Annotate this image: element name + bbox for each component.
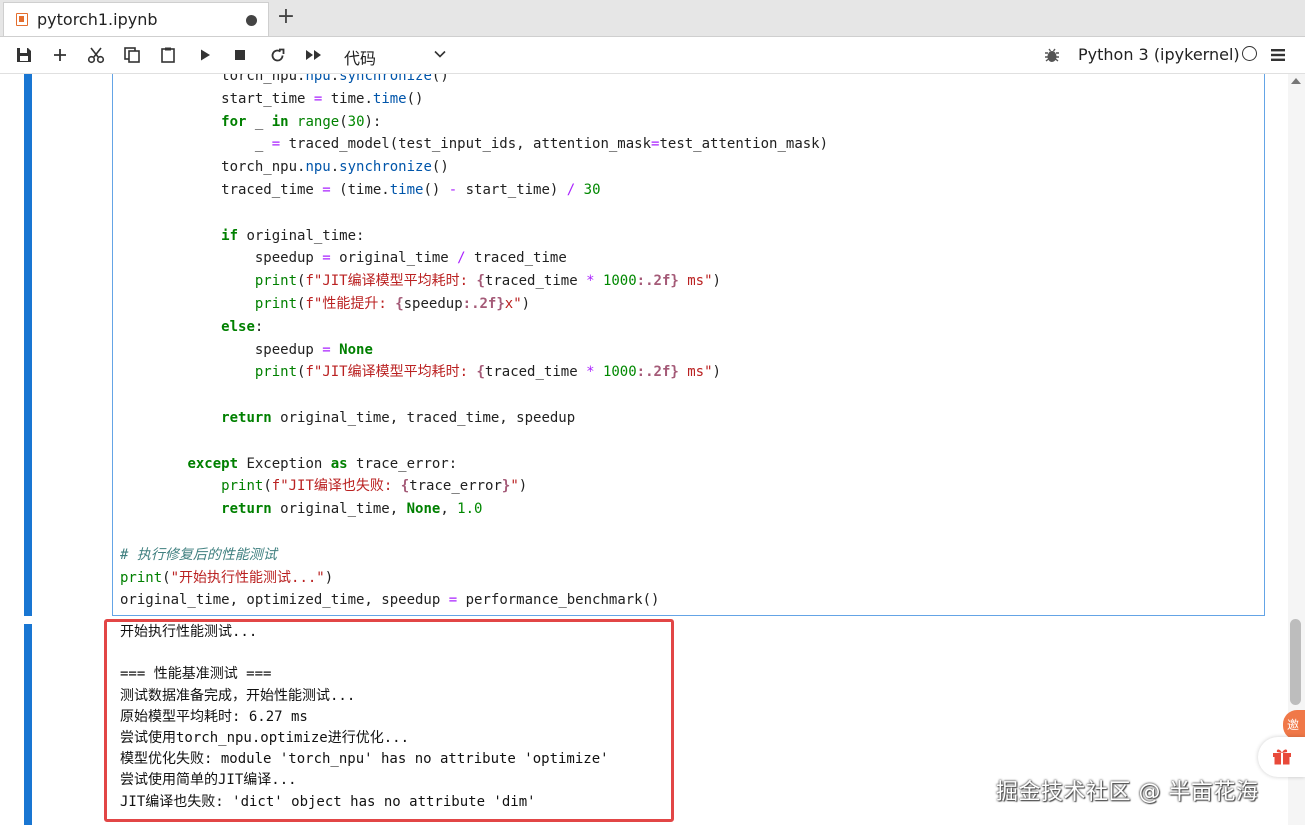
run-icon bbox=[201, 49, 210, 61]
cut-button[interactable] bbox=[84, 43, 108, 67]
code-line: return original_time, None, 1.0 bbox=[221, 501, 483, 518]
code-line: print(f"性能提升: {speedup:.2f}x") bbox=[254, 295, 531, 312]
invite-badge[interactable]: 邀请 bbox=[1283, 710, 1305, 740]
code-line: print(f"JIT编译也失败: {trace_error}") bbox=[221, 478, 528, 495]
notebook-toolbar: 代码 Python 3 (ipykernel) bbox=[0, 37, 1305, 74]
cut-icon bbox=[87, 47, 105, 64]
new-tab-button[interactable]: + bbox=[271, 2, 301, 34]
code-line: speedup = original_time / traced_time bbox=[120, 250, 567, 267]
gift-button[interactable] bbox=[1258, 737, 1305, 777]
restart-run-all-button[interactable] bbox=[302, 43, 326, 67]
chevron-down-icon[interactable] bbox=[432, 46, 448, 62]
code-content[interactable]: torch_npu.npu.synchronize() start_time =… bbox=[120, 74, 828, 612]
paste-button[interactable] bbox=[156, 43, 180, 67]
menu-icon bbox=[1271, 49, 1285, 61]
paste-icon bbox=[161, 47, 175, 63]
restart-icon bbox=[271, 48, 284, 61]
code-line: torch_npu.npu.synchronize() bbox=[120, 159, 449, 176]
code-line: torch_npu.npu.synchronize() bbox=[120, 74, 449, 84]
debugger-button[interactable] bbox=[1040, 43, 1064, 67]
tab-title: pytorch1.ipynb bbox=[37, 10, 158, 29]
insert-cell-button[interactable] bbox=[48, 43, 72, 67]
fast-forward-icon bbox=[306, 50, 321, 60]
scroll-up-arrow-icon[interactable] bbox=[1291, 78, 1301, 84]
cell-collapser[interactable] bbox=[24, 74, 32, 616]
notebook-panel: torch_npu.npu.synchronize() start_time =… bbox=[0, 74, 1305, 825]
code-line: for _ in range(30): bbox=[221, 113, 382, 130]
code-line: else: bbox=[221, 318, 264, 335]
add-icon bbox=[54, 49, 66, 61]
bug-icon bbox=[1045, 48, 1059, 62]
code-line: original_time, optimized_time, speedup =… bbox=[120, 592, 660, 609]
code-line: speedup = None bbox=[120, 341, 373, 358]
scrollbar-thumb[interactable] bbox=[1290, 619, 1301, 705]
code-line: except Exception as trace_error: bbox=[187, 455, 458, 472]
save-icon bbox=[17, 48, 31, 62]
save-button[interactable] bbox=[12, 43, 36, 67]
output-collapser[interactable] bbox=[24, 624, 32, 825]
restart-button[interactable] bbox=[265, 43, 289, 67]
copy-icon bbox=[124, 47, 140, 63]
notebook-icon bbox=[16, 13, 28, 26]
code-line: return original_time, traced_time, speed… bbox=[221, 409, 576, 426]
tab-notebook[interactable]: pytorch1.ipynb bbox=[3, 2, 269, 36]
code-line: traced_time = (time.time() - start_time)… bbox=[120, 181, 601, 198]
watermark: 掘金技术社区 @ 半亩花海 bbox=[996, 780, 1259, 805]
code-line: print(f"JIT编译模型平均耗时: {traced_time * 1000… bbox=[254, 364, 721, 381]
menu-button[interactable] bbox=[1266, 43, 1290, 67]
copy-button[interactable] bbox=[120, 43, 144, 67]
code-line: if original_time: bbox=[221, 227, 365, 244]
tab-bar: pytorch1.ipynb + bbox=[0, 0, 1305, 37]
cell-type-select[interactable]: 代码 bbox=[344, 45, 376, 69]
run-button[interactable] bbox=[193, 43, 217, 67]
stop-icon bbox=[235, 50, 245, 60]
gift-icon bbox=[1273, 749, 1291, 765]
code-line: print(f"JIT编译模型平均耗时: {traced_time * 1000… bbox=[254, 273, 721, 290]
kernel-status-icon bbox=[1242, 46, 1257, 61]
code-line: _ = traced_model(test_input_ids, attenti… bbox=[120, 136, 829, 153]
code-line: print("开始执行性能测试...") bbox=[120, 569, 334, 586]
code-line: # 执行修复后的性能测试 bbox=[120, 546, 277, 563]
unsaved-dot-icon[interactable] bbox=[246, 15, 257, 26]
interrupt-button[interactable] bbox=[228, 43, 252, 67]
output-highlight-box bbox=[104, 619, 674, 822]
code-line: start_time = time.time() bbox=[120, 90, 424, 107]
kernel-name[interactable]: Python 3 (ipykernel) bbox=[1078, 45, 1240, 64]
